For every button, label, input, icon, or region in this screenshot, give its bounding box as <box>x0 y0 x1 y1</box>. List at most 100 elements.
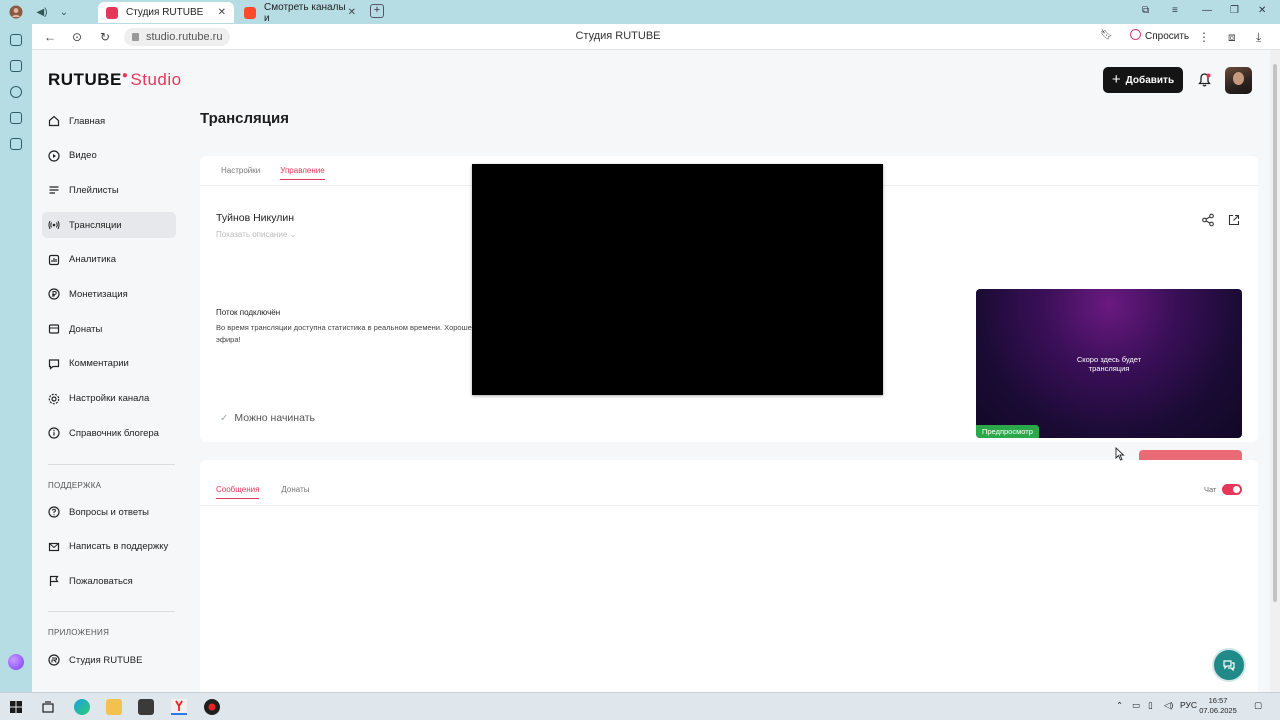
chat-toggle[interactable] <box>1222 484 1243 495</box>
browser-page-title: Студия RUTUBE <box>575 30 661 42</box>
sidebar-app-icon[interactable] <box>10 112 22 124</box>
profile-icon[interactable] <box>8 4 24 20</box>
tab-management[interactable]: Управление <box>280 166 325 180</box>
tray-battery-icon[interactable]: ▯ <box>1148 700 1153 711</box>
plus-icon: + <box>1111 71 1121 88</box>
sidebar-item-donations[interactable]: Донаты <box>42 316 176 342</box>
more-icon[interactable]: ⋮ <box>1198 30 1210 44</box>
show-description-link[interactable]: Показать описание ⌄ <box>216 230 296 239</box>
tab-studio[interactable]: Студия RUTUBE ✕ <box>98 2 234 23</box>
extensions-icon[interactable]: ⧈ <box>1228 30 1236 45</box>
file-explorer-icon[interactable] <box>106 699 122 715</box>
check-icon: ✓ <box>220 412 229 424</box>
logo-dot-icon: ● <box>121 70 129 81</box>
page-scrollbar[interactable] <box>1270 50 1280 692</box>
chevron-down-icon[interactable]: ⌄ <box>56 4 72 20</box>
windows-start-icon[interactable] <box>8 699 24 715</box>
logo-sub: Studio <box>130 70 182 89</box>
restore-icon[interactable]: ⧉ <box>1142 5 1149 16</box>
sidebar-item-faq[interactable]: Вопросы и ответы <box>42 499 176 525</box>
stream-preview[interactable]: Скоро здесь будет трансляция Предпросмот… <box>976 289 1242 438</box>
bell-icon[interactable] <box>1196 72 1212 88</box>
video-overlay[interactable] <box>472 164 883 395</box>
scrollbar-thumb[interactable] <box>1273 64 1277 602</box>
tray-chevron-up-icon[interactable]: ⌃ <box>1116 700 1123 711</box>
sidebar-item-channel-settings[interactable]: Настройки канала <box>42 386 176 412</box>
tab-title: Студия RUTUBE <box>126 7 204 18</box>
download-icon[interactable]: ⤓ <box>1256 30 1261 45</box>
tab-donations[interactable]: Донаты <box>281 485 309 499</box>
yandex-browser-icon[interactable] <box>171 699 187 715</box>
taskbar-clock[interactable]: 16:57 07.06.2025 <box>1196 696 1240 716</box>
sidebar-item-label: Написать в поддержку <box>69 541 169 553</box>
studio-page: RUTUBE● Studio + Добавить Главная Видео П… <box>32 50 1270 692</box>
sidebar-item-video[interactable]: Видео <box>42 143 176 169</box>
sidebar-item-report[interactable]: Пожаловаться <box>42 568 176 594</box>
stream-tabs: Настройки Управление <box>221 166 325 180</box>
maximize-button[interactable]: ❐ <box>1230 5 1239 16</box>
ready-label: Можно начинать <box>234 412 315 424</box>
sidebar-divider <box>48 464 175 465</box>
recorder-app-icon[interactable] <box>204 699 220 715</box>
tab-settings[interactable]: Настройки <box>221 166 260 180</box>
store-icon[interactable] <box>138 699 154 715</box>
rutube-favicon-icon <box>244 6 256 19</box>
new-tab-button[interactable]: + <box>370 4 384 18</box>
alice-assistant-icon[interactable] <box>8 654 24 670</box>
tab-title: Смотреть каналы и <box>264 1 346 24</box>
preview-text-line1: Скоро здесь будет <box>1076 355 1142 364</box>
rutube-studio-logo[interactable]: RUTUBE● Studio <box>48 70 182 90</box>
sidebar-item-write-support[interactable]: Написать в поддержку <box>42 534 176 560</box>
preview-soon-text: Скоро здесь будет трансляция <box>976 355 1242 373</box>
sidebar-app-icon[interactable] <box>10 34 22 46</box>
minimize-button[interactable]: — <box>1202 5 1212 16</box>
settings-icon <box>48 393 60 405</box>
tab-messages[interactable]: Сообщения <box>216 485 260 499</box>
menu-icon[interactable]: ≡ <box>1172 5 1178 16</box>
chat-toggle-label: Чат <box>1204 485 1217 494</box>
speaker-icon[interactable]: ◀) <box>34 4 50 20</box>
edge-browser-icon[interactable] <box>74 699 90 715</box>
sidebar-item-monetization[interactable]: Монетизация <box>42 281 176 307</box>
tab-watch-channels[interactable]: Смотреть каналы и ✕ <box>236 1 364 24</box>
avatar[interactable] <box>1225 67 1252 94</box>
close-icon[interactable]: ✕ <box>218 7 226 18</box>
share-icon[interactable] <box>1201 213 1215 227</box>
sidebar-item-label: Видео <box>69 150 97 162</box>
sidebar-item-analytics[interactable]: Аналитика <box>42 247 176 273</box>
support-nav: Вопросы и ответы Написать в поддержку По… <box>42 499 176 603</box>
bookmark-icon[interactable]: 🔖︎ <box>1100 30 1113 41</box>
task-view-icon[interactable] <box>40 699 56 715</box>
sidebar-item-broadcasts[interactable]: Трансляции <box>42 212 176 239</box>
external-link-icon[interactable] <box>1227 213 1241 227</box>
logo-main: RUTUBE <box>48 70 122 89</box>
playlist-icon <box>48 184 60 196</box>
notifications-icon[interactable]: ▢ <box>1254 700 1262 711</box>
close-icon[interactable]: ✕ <box>348 7 356 18</box>
support-chat-button[interactable] <box>1212 648 1246 682</box>
sidebar-app-icon[interactable] <box>10 86 22 98</box>
browser-tab-strip: ◀) ⌄ Студия RUTUBE ✕ Смотреть каналы и ✕… <box>0 0 1280 24</box>
sidebar-item-playlists[interactable]: Плейлисты <box>42 177 176 203</box>
sidebar-nav: Главная Видео Плейлисты Трансляции Анали… <box>42 108 176 455</box>
sidebar-item-comments[interactable]: Комментарии <box>42 351 176 377</box>
sidebar-item-label: Вопросы и ответы <box>69 506 150 518</box>
browser-sidebar <box>0 24 32 692</box>
sidebar-app-icon[interactable] <box>10 60 22 72</box>
sidebar-item-label: Настройки канала <box>69 393 150 404</box>
sidebar-item-label: Плейлисты <box>69 184 119 196</box>
sidebar-item-studio-app[interactable]: Студия RUTUBE <box>42 647 176 673</box>
sidebar-item-blogger-guide[interactable]: Справочник блогера <box>42 420 176 446</box>
tray-network-icon[interactable]: ▭ <box>1132 700 1140 711</box>
sidebar-item-home[interactable]: Главная <box>42 108 176 134</box>
close-window-button[interactable]: ✕ <box>1258 5 1266 16</box>
ask-button[interactable]: Спросить <box>1130 29 1189 42</box>
address-bar: ← ⊙ ↻ studio.rutube.ru Студия RUTUBE 🔖︎ … <box>32 24 1280 50</box>
sidebar-app-icon[interactable] <box>10 138 22 150</box>
sidebar-item-label: Донаты <box>69 323 103 335</box>
taskbar: ⌃ ▭ ▯ ◁) РУС 16:57 07.06.2025 ▢ <box>0 692 1280 720</box>
add-button[interactable]: + Добавить <box>1103 67 1183 93</box>
keyboard-language[interactable]: РУС <box>1180 700 1197 710</box>
add-button-label: Добавить <box>1125 74 1175 86</box>
tray-volume-icon[interactable]: ◁) <box>1164 700 1173 711</box>
